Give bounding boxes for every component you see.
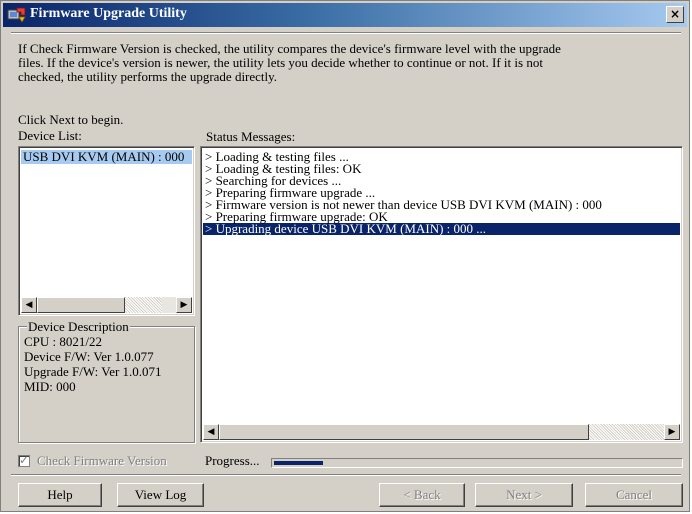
next-button[interactable]: Next > bbox=[475, 483, 573, 507]
upgrade-fw-info: Upgrade F/W: Ver 1.0.071 bbox=[24, 364, 162, 379]
scroll-thumb[interactable] bbox=[37, 297, 125, 313]
arrow-left-icon[interactable]: ◀ bbox=[203, 424, 219, 440]
check-firmware-checkbox[interactable]: ✓ bbox=[18, 453, 30, 467]
window-title: Firmware Upgrade Utility bbox=[30, 6, 187, 21]
checkmark-icon: ✓ bbox=[19, 453, 30, 467]
arrow-right-icon[interactable]: ▶ bbox=[664, 424, 680, 440]
bottom-divider bbox=[11, 474, 681, 476]
arrow-right-icon[interactable]: ▶ bbox=[176, 297, 192, 313]
device-list-label: Device List: bbox=[18, 128, 82, 143]
top-divider bbox=[11, 32, 681, 34]
intro-line-2: files. If the device's version is newer,… bbox=[18, 55, 543, 70]
device-description-legend: Device Description bbox=[27, 319, 130, 335]
view-log-button[interactable]: View Log bbox=[117, 483, 204, 507]
cancel-button[interactable]: Cancel bbox=[585, 483, 683, 507]
arrow-left-icon[interactable]: ◀ bbox=[21, 297, 37, 313]
device-list-item[interactable]: USB DVI KVM (MAIN) : 000 bbox=[21, 150, 192, 164]
cpu-info: CPU : 8021/22 bbox=[24, 334, 103, 349]
mid-info: MID: 000 bbox=[24, 379, 76, 394]
scroll-track[interactable] bbox=[125, 297, 162, 313]
device-fw-info: Device F/W: Ver 1.0.077 bbox=[24, 349, 154, 364]
device-list[interactable]: USB DVI KVM (MAIN) : 000 ◀ ▶ bbox=[18, 146, 195, 316]
check-firmware-label: Check Firmware Version bbox=[37, 453, 167, 468]
device-description-group: Device Description CPU : 8021/22 Device … bbox=[18, 319, 195, 443]
status-messages-list[interactable]: > Loading & testing files ... > Loading &… bbox=[200, 146, 683, 443]
intro-text: If Check Firmware Version is checked, th… bbox=[18, 42, 678, 84]
scroll-thumb[interactable] bbox=[219, 424, 589, 440]
device-list-scrollbar[interactable]: ◀ ▶ bbox=[21, 297, 192, 313]
progress-label: Progress... bbox=[205, 453, 260, 468]
intro-line-3: checked, the utility performs the upgrad… bbox=[18, 69, 278, 84]
title-bar[interactable]: Firmware Upgrade Utility × bbox=[3, 3, 687, 27]
firmware-upgrade-window: Firmware Upgrade Utility × If Check Firm… bbox=[0, 0, 690, 512]
intro-line-1: If Check Firmware Version is checked, th… bbox=[18, 41, 561, 56]
help-button[interactable]: Help bbox=[18, 483, 102, 507]
back-button[interactable]: < Back bbox=[379, 483, 465, 507]
status-message[interactable]: > Upgrading device USB DVI KVM (MAIN) : … bbox=[203, 222, 680, 235]
close-icon[interactable]: × bbox=[666, 6, 684, 23]
scroll-track[interactable] bbox=[589, 424, 666, 440]
progress-bar bbox=[271, 458, 683, 468]
status-list-scrollbar[interactable]: ◀ ▶ bbox=[203, 424, 680, 440]
firmware-app-icon bbox=[7, 7, 26, 23]
status-messages-label: Status Messages: bbox=[206, 129, 296, 144]
progress-fill bbox=[274, 461, 323, 465]
begin-instruction: Click Next to begin. bbox=[18, 112, 124, 127]
